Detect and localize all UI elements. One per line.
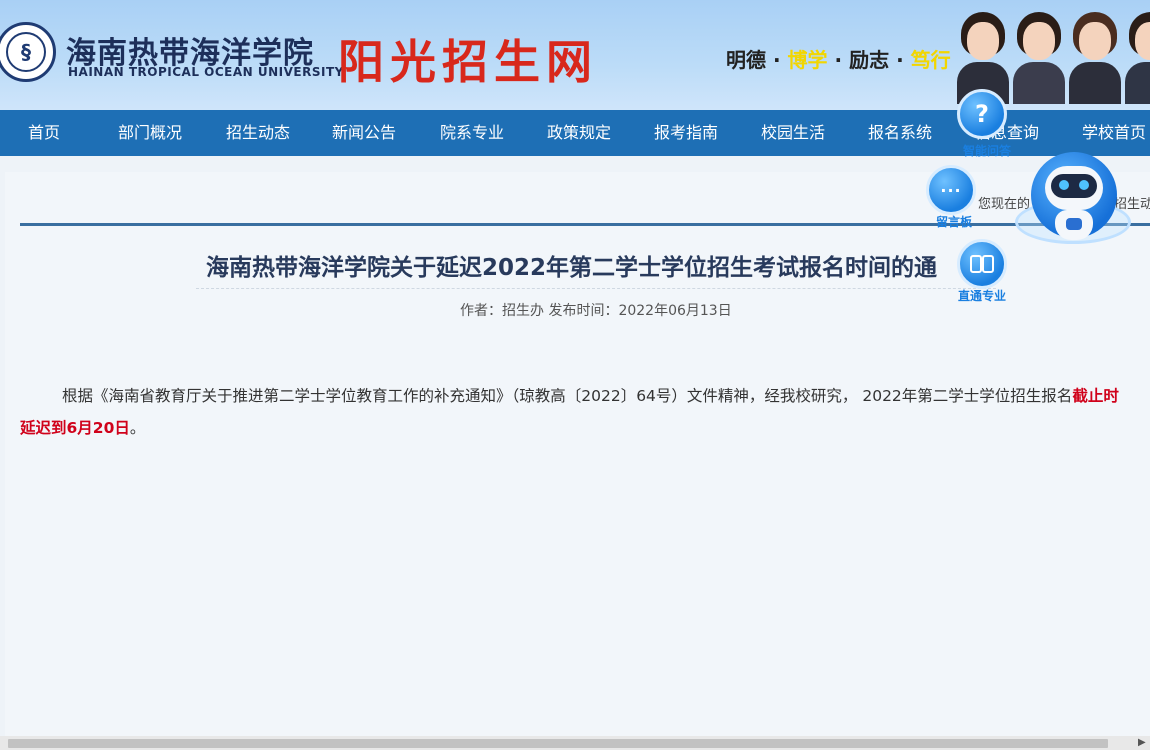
direct-major-button[interactable] — [957, 239, 1007, 289]
title-divider — [20, 223, 1150, 226]
paragraph-highlight: 截止时 — [1072, 387, 1119, 405]
article-title: 海南热带海洋学院关于延迟2022年第二学士学位招生考试报名时间的通 — [206, 255, 938, 281]
motto: 明德 · 博学 · 励志 · 笃行 — [726, 44, 951, 73]
motto-part-1: 明德 — [726, 48, 766, 72]
smart-qa-button[interactable]: ? — [957, 89, 1007, 139]
direct-major-label[interactable]: 直通专业 — [958, 287, 1006, 304]
nav-item-campus-life[interactable]: 校园生活 — [761, 110, 825, 156]
university-logo[interactable]: § — [0, 22, 56, 82]
paragraph-highlight: 延迟到6月20日 — [20, 419, 130, 437]
motto-part-4: 笃行 — [910, 48, 951, 72]
scroll-right-arrow-icon[interactable]: ▶ — [1138, 737, 1146, 748]
question-icon: ? — [975, 100, 989, 128]
nav-item-policies[interactable]: 政策规定 — [547, 110, 611, 156]
nav-item-registration[interactable]: 报名系统 — [868, 110, 932, 156]
student-figure — [1011, 8, 1067, 104]
nav-item-majors[interactable]: 院系专业 — [440, 110, 504, 156]
article-paragraph-cont: 延迟到6月20日。 — [20, 416, 145, 438]
chat-bubble-icon: ··· — [940, 180, 962, 200]
university-name-en: HAINAN TROPICAL OCEAN UNIVERSITY — [68, 65, 344, 79]
motto-separator: · — [896, 48, 904, 72]
robot-assistant-icon[interactable] — [1015, 152, 1131, 252]
nav-item-guide[interactable]: 报考指南 — [654, 110, 718, 156]
site-name: 阳光招生网 — [338, 35, 598, 89]
motto-separator: · — [772, 48, 781, 72]
paragraph-text: 根据《海南省教育厅关于推进第二学士学位教育工作的补充通知》（琼教高〔2022〕6… — [62, 387, 1073, 405]
article-meta: 作者：招生办 发布时间：2022年06月13日 — [460, 303, 732, 319]
message-board-button[interactable]: ··· — [926, 165, 976, 215]
title-underline — [196, 288, 996, 289]
article-paragraph: 根据《海南省教育厅关于推进第二学士学位教育工作的补充通知》（琼教高〔2022〕6… — [20, 384, 1119, 406]
book-icon — [970, 255, 994, 273]
motto-part-3: 励志 — [849, 48, 890, 72]
nav-item-school-home[interactable]: 学校首页 — [1082, 110, 1146, 156]
nav-item-department[interactable]: 部门概况 — [118, 110, 182, 156]
motto-separator: · — [834, 48, 843, 72]
scrollbar-thumb[interactable] — [8, 739, 1108, 748]
paragraph-text: 。 — [129, 419, 146, 437]
logo-emblem-icon: § — [6, 32, 46, 72]
motto-part-2: 博学 — [787, 48, 828, 72]
nav-item-announcements[interactable]: 新闻公告 — [332, 110, 396, 156]
nav-item-admission-news[interactable]: 招生动态 — [226, 110, 290, 156]
smart-qa-label[interactable]: 智能问答 — [963, 142, 1011, 159]
nav-item-home[interactable]: 首页 — [28, 110, 60, 156]
message-board-label[interactable]: 留言板 — [936, 213, 972, 230]
student-figure — [1123, 8, 1150, 104]
student-figure — [1067, 8, 1123, 104]
